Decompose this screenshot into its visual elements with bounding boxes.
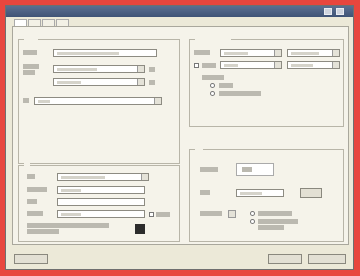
field-label [23,70,35,75]
spin-arrows-icon[interactable] [137,79,144,85]
cancel-button[interactable] [308,254,346,264]
tab-1[interactable] [14,19,27,26]
spin-field[interactable] [287,61,340,69]
chevron-down-icon[interactable] [154,98,161,104]
radio-option[interactable] [250,219,255,224]
group-caption [24,37,38,42]
screen: { "window": {"title": ""}, "tabs": [{"la… [0,0,360,276]
field-label [23,50,37,55]
option-label [258,211,292,216]
option-label [219,91,261,96]
tab-4[interactable] [56,19,69,26]
field[interactable] [57,210,145,218]
option-label [156,212,170,217]
tab-bar [14,19,70,26]
group-caption [24,163,30,168]
chevron-down-icon[interactable] [141,174,148,180]
field-label [194,50,210,55]
field-label [200,190,210,195]
option-label [242,167,252,172]
tab-panel [12,26,349,245]
spin-arrows-icon[interactable] [332,62,339,68]
spin-field[interactable] [220,49,282,57]
field-label [23,98,29,103]
spin-field[interactable] [53,65,145,73]
help-button[interactable] [14,254,48,264]
address-book-icon[interactable] [135,224,145,234]
info-text [27,223,109,228]
field-label [27,174,35,179]
group-caption [195,147,203,152]
field-label [23,64,39,69]
bottom-left-group [18,163,180,242]
spin-field[interactable] [53,78,145,86]
unit-label [149,67,155,72]
spin-field[interactable] [220,61,282,69]
spin-arrows-icon[interactable] [332,50,339,56]
radio-option[interactable] [210,83,215,88]
dialog-window [5,5,354,270]
top-left-group [18,37,180,164]
dropdown[interactable] [34,97,162,105]
checkbox[interactable] [149,212,154,217]
tab-3[interactable] [42,19,55,26]
field[interactable] [236,189,284,197]
spin-field[interactable] [287,49,340,57]
spin-arrows-icon[interactable] [137,66,144,72]
option-label [258,225,284,230]
section-label [202,75,224,80]
help-icon[interactable] [324,8,332,15]
option-label [219,83,233,88]
option-label [258,219,298,224]
bottom-right-group [189,147,344,242]
field-label [27,211,43,216]
type-dropdown[interactable] [57,173,149,181]
field[interactable] [57,198,145,206]
top-right-group [189,37,344,127]
radio-option[interactable] [250,211,255,216]
checkbox[interactable] [194,63,199,68]
browse-button[interactable] [300,188,322,198]
option-label [202,63,216,68]
title-bar[interactable] [6,6,353,17]
field[interactable] [57,186,145,194]
tab-2[interactable] [28,19,41,26]
spin-arrows-icon[interactable] [274,62,281,68]
info-text [27,229,59,234]
ok-button[interactable] [268,254,302,264]
name-field[interactable] [53,49,157,57]
field-label [200,167,218,172]
field-label [200,211,222,216]
spin-arrows-icon[interactable] [228,210,236,218]
unit-label [149,80,155,85]
group-caption [195,37,231,42]
close-icon[interactable] [336,8,344,15]
radio-option[interactable] [210,91,215,96]
spin-arrows-icon[interactable] [274,50,281,56]
field-label [27,187,47,192]
field-label [27,199,37,204]
